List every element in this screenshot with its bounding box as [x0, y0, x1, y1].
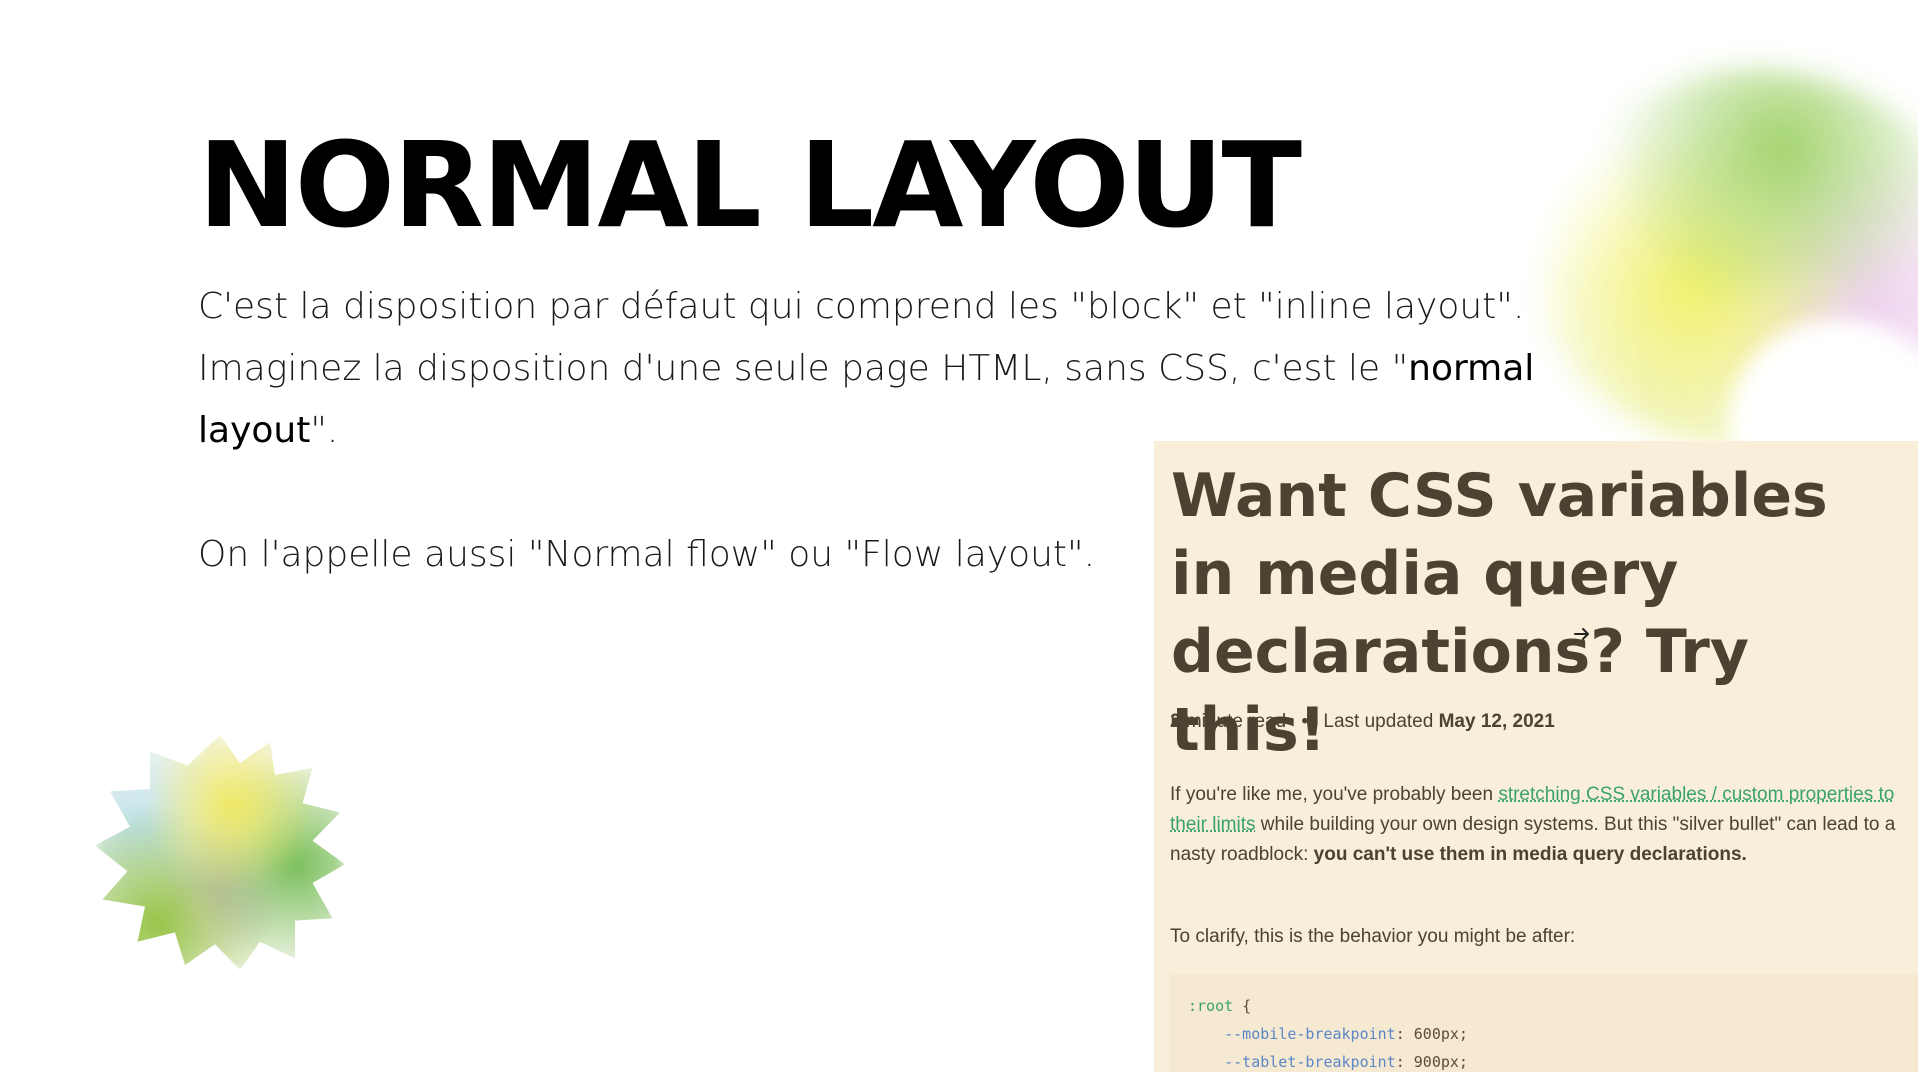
read-time-label: minute read	[1185, 711, 1287, 732]
clarify-paragraph: To clarify, this is the behavior you mig…	[1170, 926, 1576, 947]
last-updated-date: May 12, 2021	[1438, 711, 1555, 732]
code-property: --mobile-breakpoint	[1224, 1025, 1396, 1043]
slide: NORMAL LAYOUT C'est la disposition par d…	[0, 0, 1918, 1072]
code-value: : 900px;	[1395, 1053, 1468, 1071]
code-block: :root { --mobile-breakpoint: 600px; --ta…	[1170, 974, 1918, 1072]
description-text: C'est la disposition par défaut qui comp…	[198, 286, 1525, 389]
intro-text: If you're like me, you've probably been	[1170, 784, 1499, 805]
code-selector: :root	[1188, 997, 1234, 1015]
code-property: --tablet-breakpoint	[1224, 1053, 1396, 1071]
slide-description: C'est la disposition par défaut qui comp…	[198, 276, 1588, 462]
description-end: ".	[310, 410, 339, 451]
article-meta: 2 minute read • Last updated May 12, 202…	[1170, 711, 1555, 733]
article-intro-paragraph: If you're like me, you've probably been …	[1170, 780, 1910, 870]
code-line: :root {	[1188, 992, 1900, 1020]
slide-aka-text: On l'appelle aussi "Normal flow" ou "Flo…	[198, 534, 1096, 575]
meta-separator: •	[1301, 711, 1309, 732]
code-value: : 600px;	[1395, 1025, 1468, 1043]
code-brace: {	[1233, 997, 1252, 1015]
code-line: --mobile-breakpoint: 600px;	[1188, 1020, 1900, 1048]
last-updated-label: Last updated	[1323, 711, 1434, 732]
code-line: --tablet-breakpoint: 900px;	[1188, 1048, 1900, 1072]
read-time-number: 2	[1170, 711, 1181, 732]
slide-title: NORMAL LAYOUT	[198, 116, 1302, 254]
arrow-cursor-icon	[1574, 628, 1589, 640]
star-gradient-decoration	[95, 735, 345, 970]
article-screenshot: Want CSS variables in media query declar…	[1154, 441, 1918, 1072]
intro-bold-text: you can't use them in media query declar…	[1313, 844, 1747, 865]
